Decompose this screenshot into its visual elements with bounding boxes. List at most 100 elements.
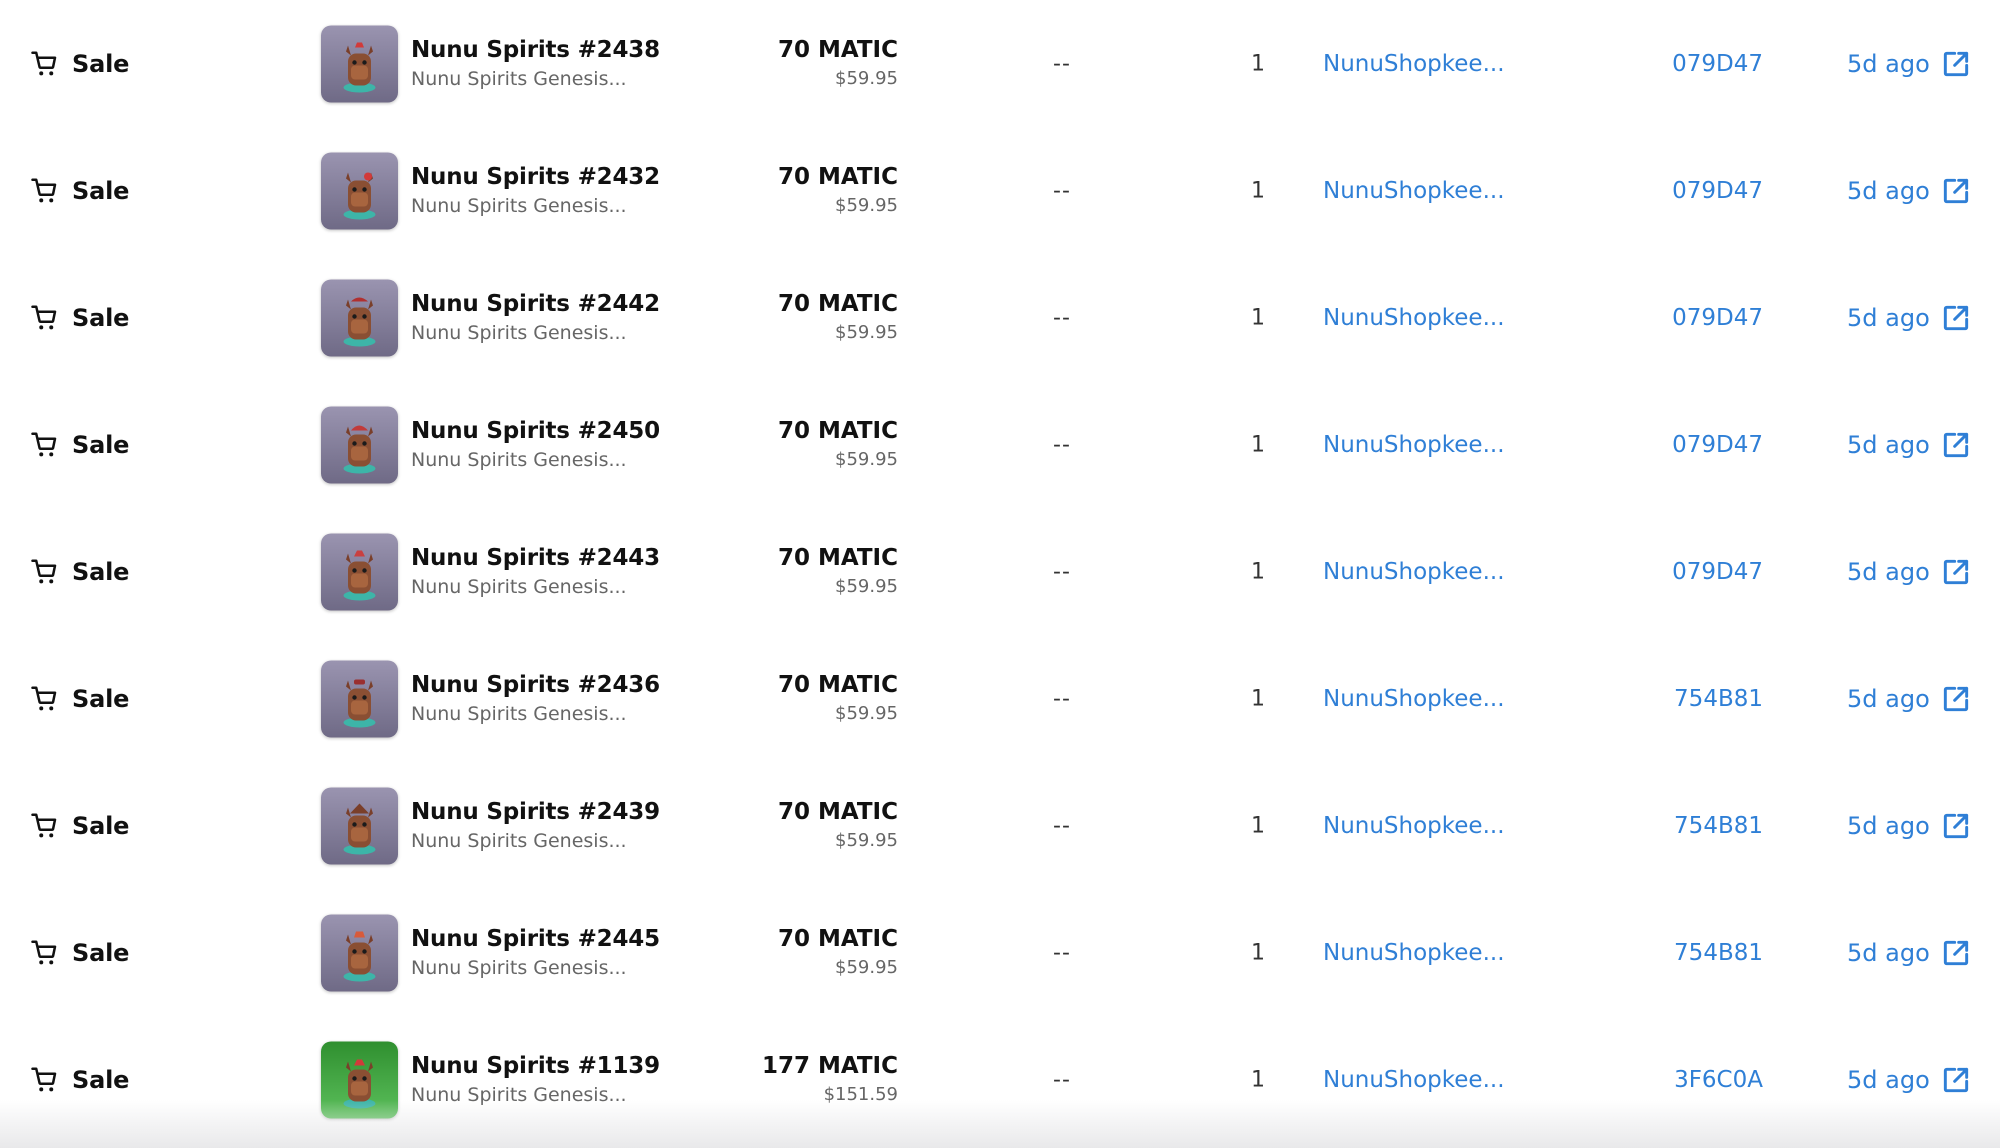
table-row: Sale Nunu Spirits #2438 Nunu Spirits Gen… — [0, 0, 2000, 127]
rarity-value: -- — [1053, 1067, 1071, 1092]
rarity-value: -- — [1053, 432, 1071, 457]
time-label[interactable]: 5d ago — [1847, 177, 1930, 205]
table-row: Sale Nunu Spirits #2432 Nunu Spirits Gen… — [0, 127, 2000, 254]
quantity-value: 1 — [1251, 940, 1265, 965]
external-link-icon[interactable] — [1940, 1064, 1972, 1096]
to-address-link[interactable]: 079D47 — [1672, 432, 1763, 458]
from-address-link[interactable]: NunuShopkee... — [1323, 686, 1505, 712]
quantity-value: 1 — [1251, 559, 1265, 584]
event-label: Sale — [72, 684, 130, 713]
external-link-icon[interactable] — [1940, 810, 1972, 842]
event-label: Sale — [72, 430, 130, 459]
price-crypto: 70 MATIC — [777, 163, 898, 190]
time-label[interactable]: 5d ago — [1847, 812, 1930, 840]
price-cell: 70 MATIC $59.95 — [658, 289, 898, 347]
time-link[interactable]: 5d ago — [1847, 937, 1972, 969]
shopping-cart-icon — [30, 49, 60, 79]
price-usd: $59.95 — [835, 67, 898, 89]
to-address-link[interactable]: 079D47 — [1672, 305, 1763, 331]
from-address-link[interactable]: NunuShopkee... — [1323, 940, 1505, 966]
price-cell: 70 MATIC $59.95 — [658, 543, 898, 601]
event-label: Sale — [72, 176, 130, 205]
price-usd: $59.95 — [835, 829, 898, 851]
external-link-icon[interactable] — [1940, 937, 1972, 969]
external-link-icon[interactable] — [1940, 302, 1972, 334]
external-link-icon[interactable] — [1940, 556, 1972, 588]
event-label: Sale — [72, 49, 130, 78]
price-usd: $59.95 — [835, 575, 898, 597]
event-cell: Sale — [30, 381, 129, 508]
time-label[interactable]: 5d ago — [1847, 1066, 1930, 1094]
price-crypto: 70 MATIC — [777, 925, 898, 952]
price-cell: 70 MATIC $59.95 — [658, 35, 898, 93]
time-label[interactable]: 5d ago — [1847, 304, 1930, 332]
nft-thumbnail[interactable] — [321, 533, 398, 610]
price-cell: 70 MATIC $59.95 — [658, 416, 898, 474]
from-address-link[interactable]: NunuShopkee... — [1323, 305, 1505, 331]
to-address-link[interactable]: 079D47 — [1672, 178, 1763, 204]
price-cell: 70 MATIC $59.95 — [658, 797, 898, 855]
time-link[interactable]: 5d ago — [1847, 48, 1972, 80]
time-link[interactable]: 5d ago — [1847, 683, 1972, 715]
time-label[interactable]: 5d ago — [1847, 558, 1930, 586]
nft-thumbnail[interactable] — [321, 279, 398, 356]
external-link-icon[interactable] — [1940, 48, 1972, 80]
event-label: Sale — [72, 557, 130, 586]
time-label[interactable]: 5d ago — [1847, 685, 1930, 713]
external-link-icon[interactable] — [1940, 429, 1972, 461]
to-address-link[interactable]: 754B81 — [1674, 686, 1763, 712]
rarity-value: -- — [1053, 686, 1071, 711]
from-address-link[interactable]: NunuShopkee... — [1323, 51, 1505, 77]
event-cell: Sale — [30, 254, 129, 381]
to-address-link[interactable]: 3F6C0A — [1674, 1067, 1763, 1093]
nft-thumbnail[interactable] — [321, 914, 398, 991]
nft-thumbnail[interactable] — [321, 152, 398, 229]
time-link[interactable]: 5d ago — [1847, 1064, 1972, 1096]
scroll-fade — [0, 1100, 2000, 1148]
from-address-link[interactable]: NunuShopkee... — [1323, 1067, 1505, 1093]
rarity-value: -- — [1053, 178, 1071, 203]
price-usd: $59.95 — [835, 448, 898, 470]
event-cell: Sale — [30, 508, 129, 635]
external-link-icon[interactable] — [1940, 683, 1972, 715]
from-address-link[interactable]: NunuShopkee... — [1323, 178, 1505, 204]
from-address-link[interactable]: NunuShopkee... — [1323, 559, 1505, 585]
nft-thumbnail[interactable] — [321, 660, 398, 737]
nft-thumbnail[interactable] — [321, 406, 398, 483]
price-crypto: 70 MATIC — [777, 417, 898, 444]
to-address-link[interactable]: 079D47 — [1672, 559, 1763, 585]
time-label[interactable]: 5d ago — [1847, 431, 1930, 459]
event-label: Sale — [72, 811, 130, 840]
table-row: Sale Nunu Spirits #2450 Nunu Spirits Gen… — [0, 381, 2000, 508]
quantity-value: 1 — [1251, 813, 1265, 838]
rarity-value: -- — [1053, 813, 1071, 838]
nft-thumbnail[interactable] — [321, 25, 398, 102]
rarity-value: -- — [1053, 305, 1071, 330]
to-address-link[interactable]: 754B81 — [1674, 813, 1763, 839]
time-link[interactable]: 5d ago — [1847, 810, 1972, 842]
shopping-cart-icon — [30, 684, 60, 714]
event-cell: Sale — [30, 127, 129, 254]
event-label: Sale — [72, 1065, 130, 1094]
time-link[interactable]: 5d ago — [1847, 429, 1972, 461]
rarity-value: -- — [1053, 559, 1071, 584]
external-link-icon[interactable] — [1940, 175, 1972, 207]
price-usd: $59.95 — [835, 194, 898, 216]
time-label[interactable]: 5d ago — [1847, 939, 1930, 967]
quantity-value: 1 — [1251, 51, 1265, 76]
from-address-link[interactable]: NunuShopkee... — [1323, 432, 1505, 458]
price-usd: $59.95 — [835, 702, 898, 724]
to-address-link[interactable]: 079D47 — [1672, 51, 1763, 77]
event-label: Sale — [72, 303, 130, 332]
price-cell: 70 MATIC $59.95 — [658, 924, 898, 982]
nft-thumbnail[interactable] — [321, 787, 398, 864]
time-label[interactable]: 5d ago — [1847, 50, 1930, 78]
rarity-value: -- — [1053, 51, 1071, 76]
to-address-link[interactable]: 754B81 — [1674, 940, 1763, 966]
time-link[interactable]: 5d ago — [1847, 556, 1972, 588]
time-link[interactable]: 5d ago — [1847, 175, 1972, 207]
price-crypto: 177 MATIC — [761, 1052, 898, 1079]
from-address-link[interactable]: NunuShopkee... — [1323, 813, 1505, 839]
shopping-cart-icon — [30, 938, 60, 968]
time-link[interactable]: 5d ago — [1847, 302, 1972, 334]
